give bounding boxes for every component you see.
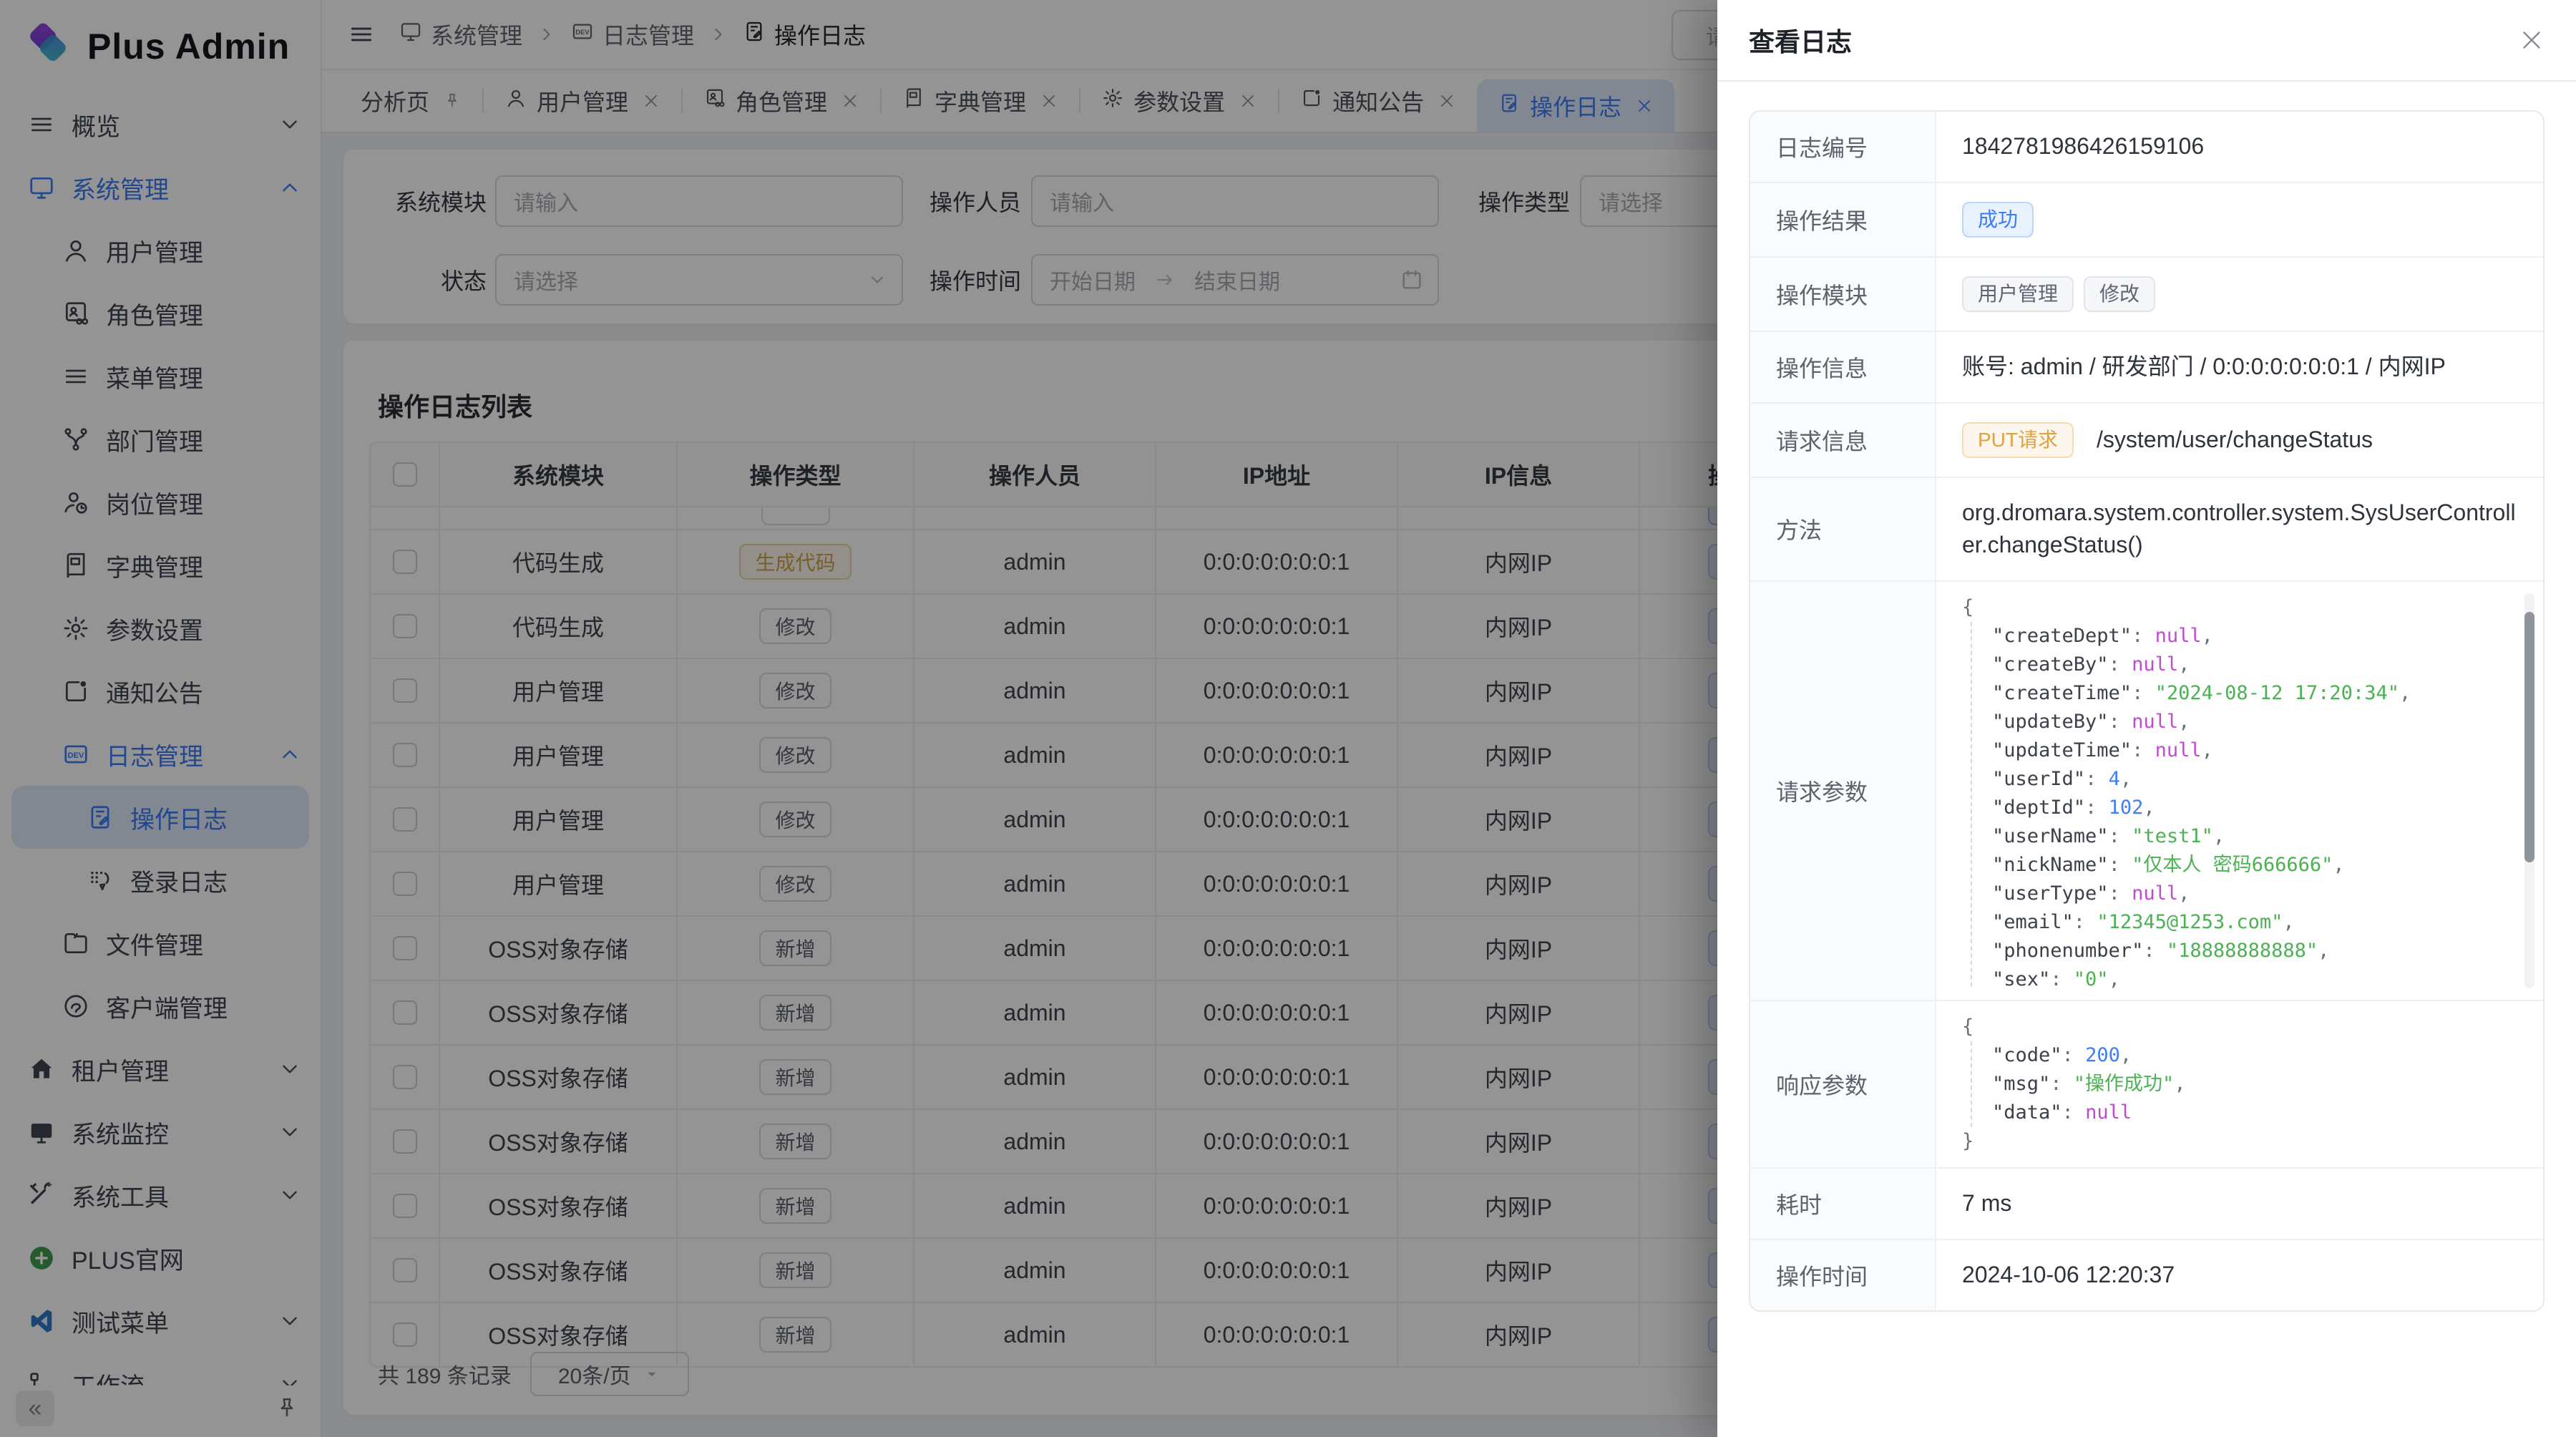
description-value: PUT请求/system/user/changeStatus (1936, 404, 2543, 477)
description-label: 操作结果 (1750, 183, 1936, 256)
code-line: { (1962, 1013, 2517, 1041)
description-label: 操作模块 (1750, 258, 1936, 331)
description-value: 用户管理修改 (1936, 258, 2543, 331)
drawer-header: 查看日志 (1717, 0, 2576, 82)
description-row-操作时间: 操作时间2024-10-06 12:20:37 (1750, 1240, 2543, 1310)
description-label: 请求信息 (1750, 404, 1936, 477)
code-clip: {"createDept": null,"createBy": null,"cr… (1962, 593, 2517, 988)
description-label: 响应参数 (1750, 1001, 1936, 1167)
tag-PUT请求: PUT请求 (1962, 422, 2074, 458)
code-line: "createTime": "2024-08-12 17:20:34", (1992, 679, 2517, 708)
description-value: 2024-10-06 12:20:37 (1936, 1240, 2543, 1310)
description-row-日志编号: 日志编号1842781986426159106 (1750, 112, 2543, 183)
description-row-操作结果: 操作结果成功 (1750, 183, 2543, 258)
code-line: "createDept": null, (1992, 622, 2517, 651)
description-label: 耗时 (1750, 1169, 1936, 1239)
tag-成功: 成功 (1962, 202, 2034, 238)
description-value: {"code": 200,"msg": "操作成功","data": null} (1936, 1001, 2543, 1167)
code-line: "createBy": null, (1992, 651, 2517, 679)
description-row-操作模块: 操作模块用户管理修改 (1750, 258, 2543, 332)
description-row-耗时: 耗时7 ms (1750, 1169, 2543, 1240)
log-descriptions: 日志编号1842781986426159106操作结果成功操作模块用户管理修改操… (1749, 110, 2545, 1312)
drawer-title: 查看日志 (1749, 21, 1852, 59)
code-line: "userType": null, (1992, 880, 2517, 908)
description-value: 账号: admin / 研发部门 / 0:0:0:0:0:0:0:1 / 内网I… (1936, 332, 2543, 402)
description-label: 请求参数 (1750, 582, 1936, 1000)
code-line: "code": 200, (1992, 1041, 2517, 1070)
code-line: "email": "12345@1253.com", (1992, 908, 2517, 937)
description-value: {"createDept": null,"createBy": null,"cr… (1936, 582, 2543, 1000)
code-line: "msg": "操作成功", (1992, 1070, 2517, 1099)
code-line: { (1962, 593, 2517, 622)
json-code-block: {"createDept": null,"createBy": null,"cr… (1962, 593, 2517, 988)
indent-block: "createDept": null,"createBy": null,"cre… (1971, 622, 2517, 988)
description-label: 操作时间 (1750, 1240, 1936, 1310)
description-label: 操作信息 (1750, 332, 1936, 402)
drawer-body: 日志编号1842781986426159106操作结果成功操作模块用户管理修改操… (1717, 82, 2576, 1340)
description-value: 1842781986426159106 (1936, 112, 2543, 182)
log-detail-drawer: 查看日志 日志编号1842781986426159106操作结果成功操作模块用户… (1717, 0, 2576, 1437)
description-label: 方法 (1750, 478, 1936, 580)
description-row-方法: 方法org.dromara.system.controller.system.S… (1750, 478, 2543, 582)
tag-用户管理: 用户管理 (1962, 276, 2074, 312)
code-line: "sex": "0", (1992, 965, 2517, 988)
code-line: "nickName": "仅本人 密码666666", (1992, 851, 2517, 880)
description-label: 日志编号 (1750, 112, 1936, 182)
description-value: 7 ms (1936, 1169, 2543, 1239)
indent-block: "code": 200,"msg": "操作成功","data": null (1971, 1041, 2517, 1127)
app-root: Plus Admin 概览系统管理用户管理角色管理菜单管理部门管理岗位管理字典管… (0, 0, 2576, 1437)
description-value: 成功 (1936, 183, 2543, 256)
code-line: "updateTime": null, (1992, 736, 2517, 765)
code-line: "userName": "test1", (1992, 822, 2517, 851)
code-line: "phonenumber": "18888888888", (1992, 937, 2517, 965)
description-value: org.dromara.system.controller.system.Sys… (1936, 478, 2543, 580)
code-line: "deptId": 102, (1992, 794, 2517, 822)
description-row-请求信息: 请求信息PUT请求/system/user/changeStatus (1750, 404, 2543, 478)
description-row-操作信息: 操作信息账号: admin / 研发部门 / 0:0:0:0:0:0:0:1 /… (1750, 332, 2543, 404)
description-row-请求参数: 请求参数{"createDept": null,"createBy": null… (1750, 582, 2543, 1001)
close-icon[interactable] (2519, 27, 2545, 53)
scrollbar-thumb[interactable] (2524, 612, 2534, 862)
code-line: "data": null (1992, 1099, 2517, 1127)
code-line: "userId": 4, (1992, 765, 2517, 794)
json-code-block: {"code": 200,"msg": "操作成功","data": null} (1962, 1013, 2517, 1156)
code-line: "updateBy": null, (1992, 708, 2517, 736)
description-row-响应参数: 响应参数{"code": 200,"msg": "操作成功","data": n… (1750, 1001, 2543, 1169)
code-line: } (1962, 1127, 2517, 1156)
tag-修改: 修改 (2084, 276, 2155, 312)
request-url: /system/user/changeStatus (2097, 424, 2373, 456)
